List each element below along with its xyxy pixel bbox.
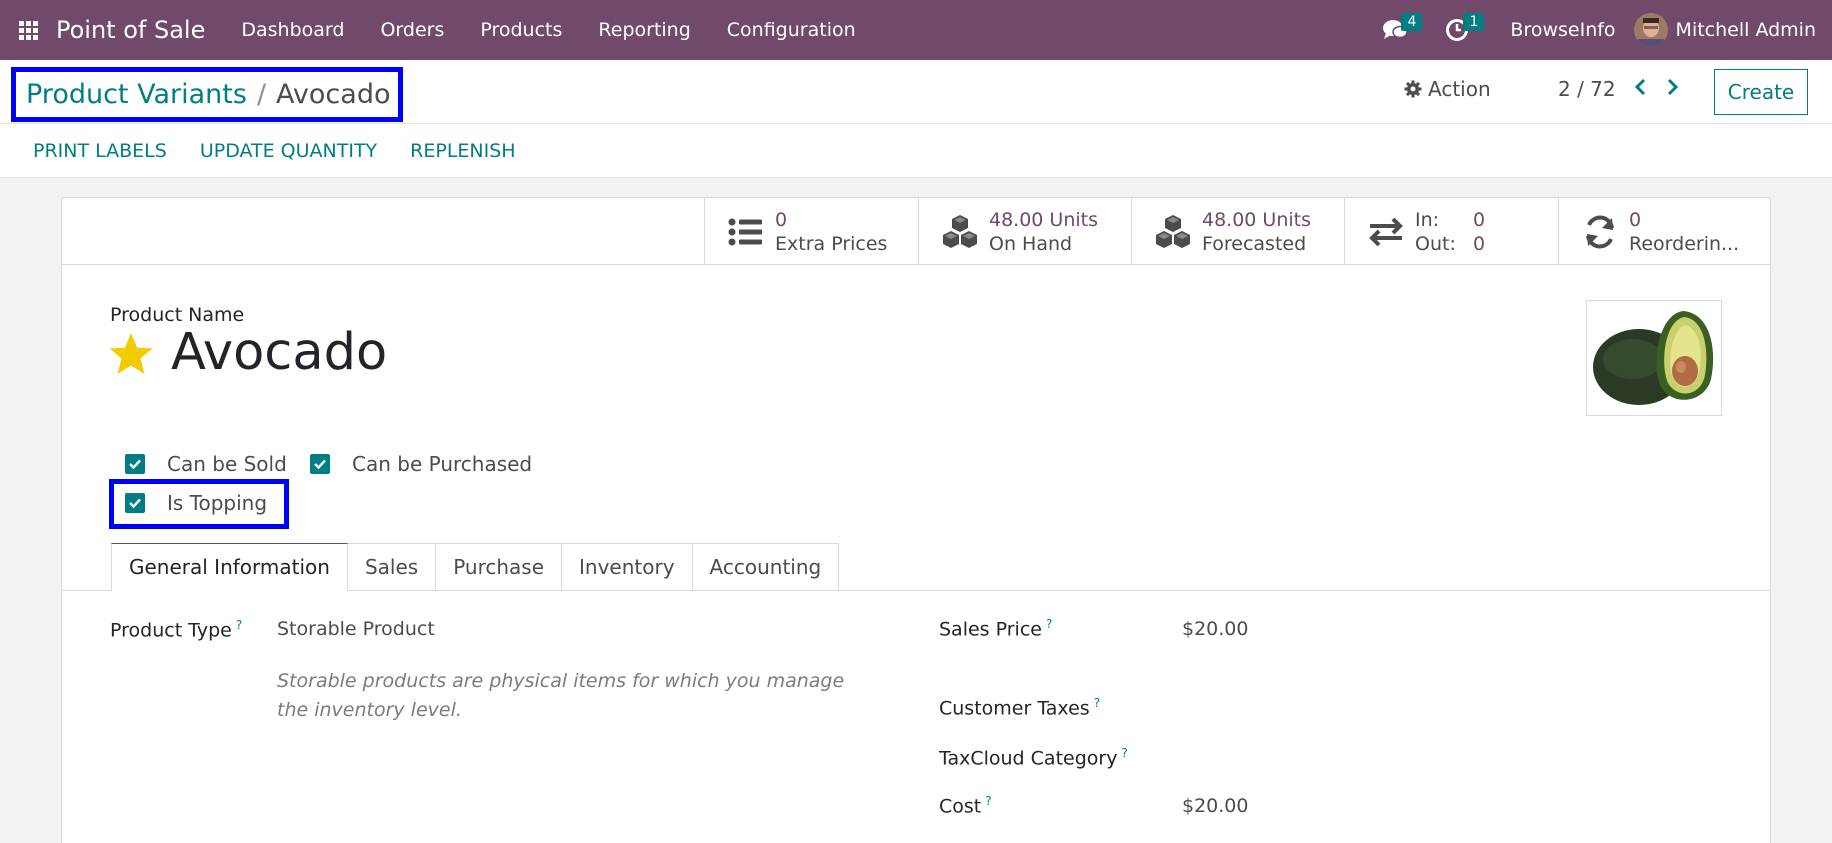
cost-field[interactable]: $20.00 [1182,795,1248,817]
on-hand-value: 48.00 Units [989,208,1099,231]
chevron-right-icon [1667,78,1679,96]
help-tooltip-icon[interactable]: ? [985,794,991,808]
is-topping-row: Is Topping [125,491,267,515]
breadcrumb-current: Avocado [276,79,391,110]
is-topping-checkbox[interactable] [125,493,145,513]
breadcrumb-product-variants[interactable]: Product Variants [26,79,247,110]
tab-sales[interactable]: Sales [347,543,437,591]
help-tooltip-icon[interactable]: ? [1094,696,1100,710]
product-type-field[interactable]: Storable Product [277,618,435,640]
user-avatar[interactable] [1633,13,1668,47]
product-type-label: Product Type? [110,618,243,642]
extra-prices-label: Extra Prices [775,232,888,255]
action-label: Action [1428,77,1491,101]
extra-prices-value: 0 [775,208,788,231]
action-menu-button[interactable]: Action [1404,77,1491,101]
can-be-purchased-row: Can be Purchased [310,452,532,476]
update-quantity-button[interactable]: UPDATE QUANTITY [194,140,383,162]
can-be-sold-label[interactable]: Can be Sold [167,452,287,476]
pager-value[interactable]: 2 / 72 [1558,77,1616,101]
tab-accounting[interactable]: Accounting [692,543,840,591]
user-menu[interactable]: Mitchell Admin [1676,19,1816,41]
status-bar: PRINT LABELS UPDATE QUANTITY REPLENISH [0,123,1832,177]
tab-purchase[interactable]: Purchase [436,543,563,591]
on-hand-label: On Hand [989,232,1073,255]
app-title[interactable]: Point of Sale [56,16,205,44]
help-tooltip-icon[interactable]: ? [236,618,242,632]
tab-general-information[interactable]: General Information [111,543,348,591]
breadcrumb: Product Variants / Avocado [11,67,403,122]
control-panel: Product Variants / Avocado Action 2 / 72… [0,60,1832,178]
exchange-icon [1369,217,1403,246]
can-be-purchased-checkbox[interactable] [310,454,330,474]
messages-button[interactable]: 4 [1364,0,1426,60]
list-icon [728,218,762,245]
product-image[interactable] [1586,300,1722,416]
is-topping-label[interactable]: Is Topping [167,491,267,515]
company-switcher[interactable]: BrowseInfo [1488,19,1633,41]
product-name[interactable]: Avocado [171,323,387,382]
menu-orders[interactable]: Orders [362,19,462,41]
apps-menu-icon[interactable] [0,0,56,60]
top-navbar: Point of Sale Dashboard Orders Products … [0,0,1832,60]
taxcloud-category-label: TaxCloud Category? [939,746,1128,770]
can-be-sold-row: Can be Sold [125,452,287,476]
can-be-sold-checkbox[interactable] [125,454,145,474]
in-out-button[interactable]: In: 0 Out: 0 [1344,198,1558,265]
form-tabs: General Information Sales Purchase Inven… [111,543,840,591]
favorite-star-icon[interactable] [108,331,154,377]
sales-price-field[interactable]: $20.00 [1182,618,1248,640]
print-labels-button[interactable]: PRINT LABELS [27,140,173,162]
forecasted-button[interactable]: 48.00 Units Forecasted [1131,198,1344,265]
chevron-left-icon [1634,78,1646,96]
can-be-purchased-label[interactable]: Can be Purchased [352,452,532,476]
pager-next-button[interactable] [1659,74,1685,100]
cubes-icon [943,214,977,248]
messages-count-badge: 4 [1401,13,1423,31]
activities-button[interactable]: 1 [1426,0,1488,60]
extra-prices-button[interactable]: 0 Extra Prices [704,198,918,265]
in-value: 0 [1473,208,1486,231]
smart-buttons: 0 Extra Prices 48.00 Units On Hand 48.00… [62,198,1770,265]
out-label: Out: [1415,232,1456,255]
help-tooltip-icon[interactable]: ? [1046,617,1052,631]
in-label: In: [1415,208,1440,231]
check-icon [129,498,141,509]
form-sheet: 0 Extra Prices 48.00 Units On Hand 48.00… [61,197,1771,843]
customer-taxes-label: Customer Taxes? [939,696,1101,720]
menu-dashboard[interactable]: Dashboard [223,19,362,41]
reordering-value: 0 [1629,208,1642,231]
forecasted-label: Forecasted [1202,232,1307,255]
create-button[interactable]: Create [1714,69,1808,115]
activities-count-badge: 1 [1463,13,1485,31]
gear-icon [1404,80,1422,98]
check-icon [129,459,141,470]
out-value: 0 [1473,232,1486,255]
menu-products[interactable]: Products [462,19,580,41]
tab-inventory[interactable]: Inventory [562,543,693,591]
replenish-button[interactable]: REPLENISH [404,140,521,162]
breadcrumb-separator: / [256,79,267,110]
check-icon [314,459,326,470]
forecasted-value: 48.00 Units [1202,208,1312,231]
product-type-help: Storable products are physical items for… [277,670,845,721]
refresh-icon [1586,215,1614,248]
reordering-button[interactable]: 0 Reorderin... [1558,198,1770,265]
pager-previous-button[interactable] [1628,74,1654,100]
help-tooltip-icon[interactable]: ? [1121,746,1127,760]
menu-configuration[interactable]: Configuration [709,19,874,41]
on-hand-button[interactable]: 48.00 Units On Hand [918,198,1131,265]
sales-price-label: Sales Price? [939,617,1053,641]
cubes-icon [1156,214,1190,248]
menu-reporting[interactable]: Reporting [580,19,708,41]
cost-label: Cost? [939,794,992,818]
reordering-label: Reorderin... [1629,232,1740,255]
